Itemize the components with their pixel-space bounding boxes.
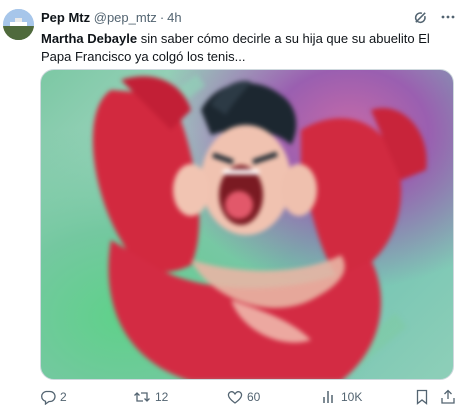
more-icon[interactable] bbox=[440, 9, 456, 25]
display-name[interactable]: Pep Mtz bbox=[41, 10, 90, 25]
views-icon bbox=[321, 389, 337, 405]
tweet-mention: Martha Debayle bbox=[41, 31, 138, 46]
repost-icon bbox=[133, 389, 151, 405]
blurred-anime-figure-image bbox=[92, 74, 427, 379]
tweet-card[interactable]: Pep Mtz @pep_mtz · 4h Martha Debayle sin s… bbox=[0, 0, 464, 417]
reply-count: 2 bbox=[60, 390, 67, 404]
views-button[interactable]: 10K bbox=[321, 387, 362, 407]
tweet-action-bar: 2 12 60 10K bbox=[40, 387, 456, 407]
reply-icon bbox=[40, 389, 56, 405]
tweet-top-actions bbox=[412, 9, 456, 25]
repost-count: 12 bbox=[155, 390, 169, 404]
bookmark-icon bbox=[414, 389, 430, 405]
like-button[interactable]: 60 bbox=[227, 387, 260, 407]
share-icon bbox=[440, 389, 456, 405]
reply-button[interactable]: 2 bbox=[40, 387, 67, 407]
separator-dot: · bbox=[159, 10, 165, 25]
bookmark-button[interactable] bbox=[414, 387, 430, 407]
avatar[interactable] bbox=[3, 9, 34, 40]
timestamp[interactable]: 4h bbox=[167, 10, 181, 25]
user-handle[interactable]: @pep_mtz bbox=[94, 10, 157, 25]
share-button[interactable] bbox=[440, 387, 456, 407]
repost-button[interactable]: 12 bbox=[133, 387, 168, 407]
views-count: 10K bbox=[341, 390, 363, 404]
tweet-text: Martha Debayle sin saber cómo decirle a … bbox=[41, 30, 451, 66]
like-count: 60 bbox=[247, 390, 261, 404]
grok-icon[interactable] bbox=[412, 9, 428, 25]
heart-icon bbox=[227, 389, 243, 405]
tweet-media-image[interactable] bbox=[40, 69, 454, 380]
tweet-header: Pep Mtz @pep_mtz · 4h bbox=[41, 9, 456, 29]
